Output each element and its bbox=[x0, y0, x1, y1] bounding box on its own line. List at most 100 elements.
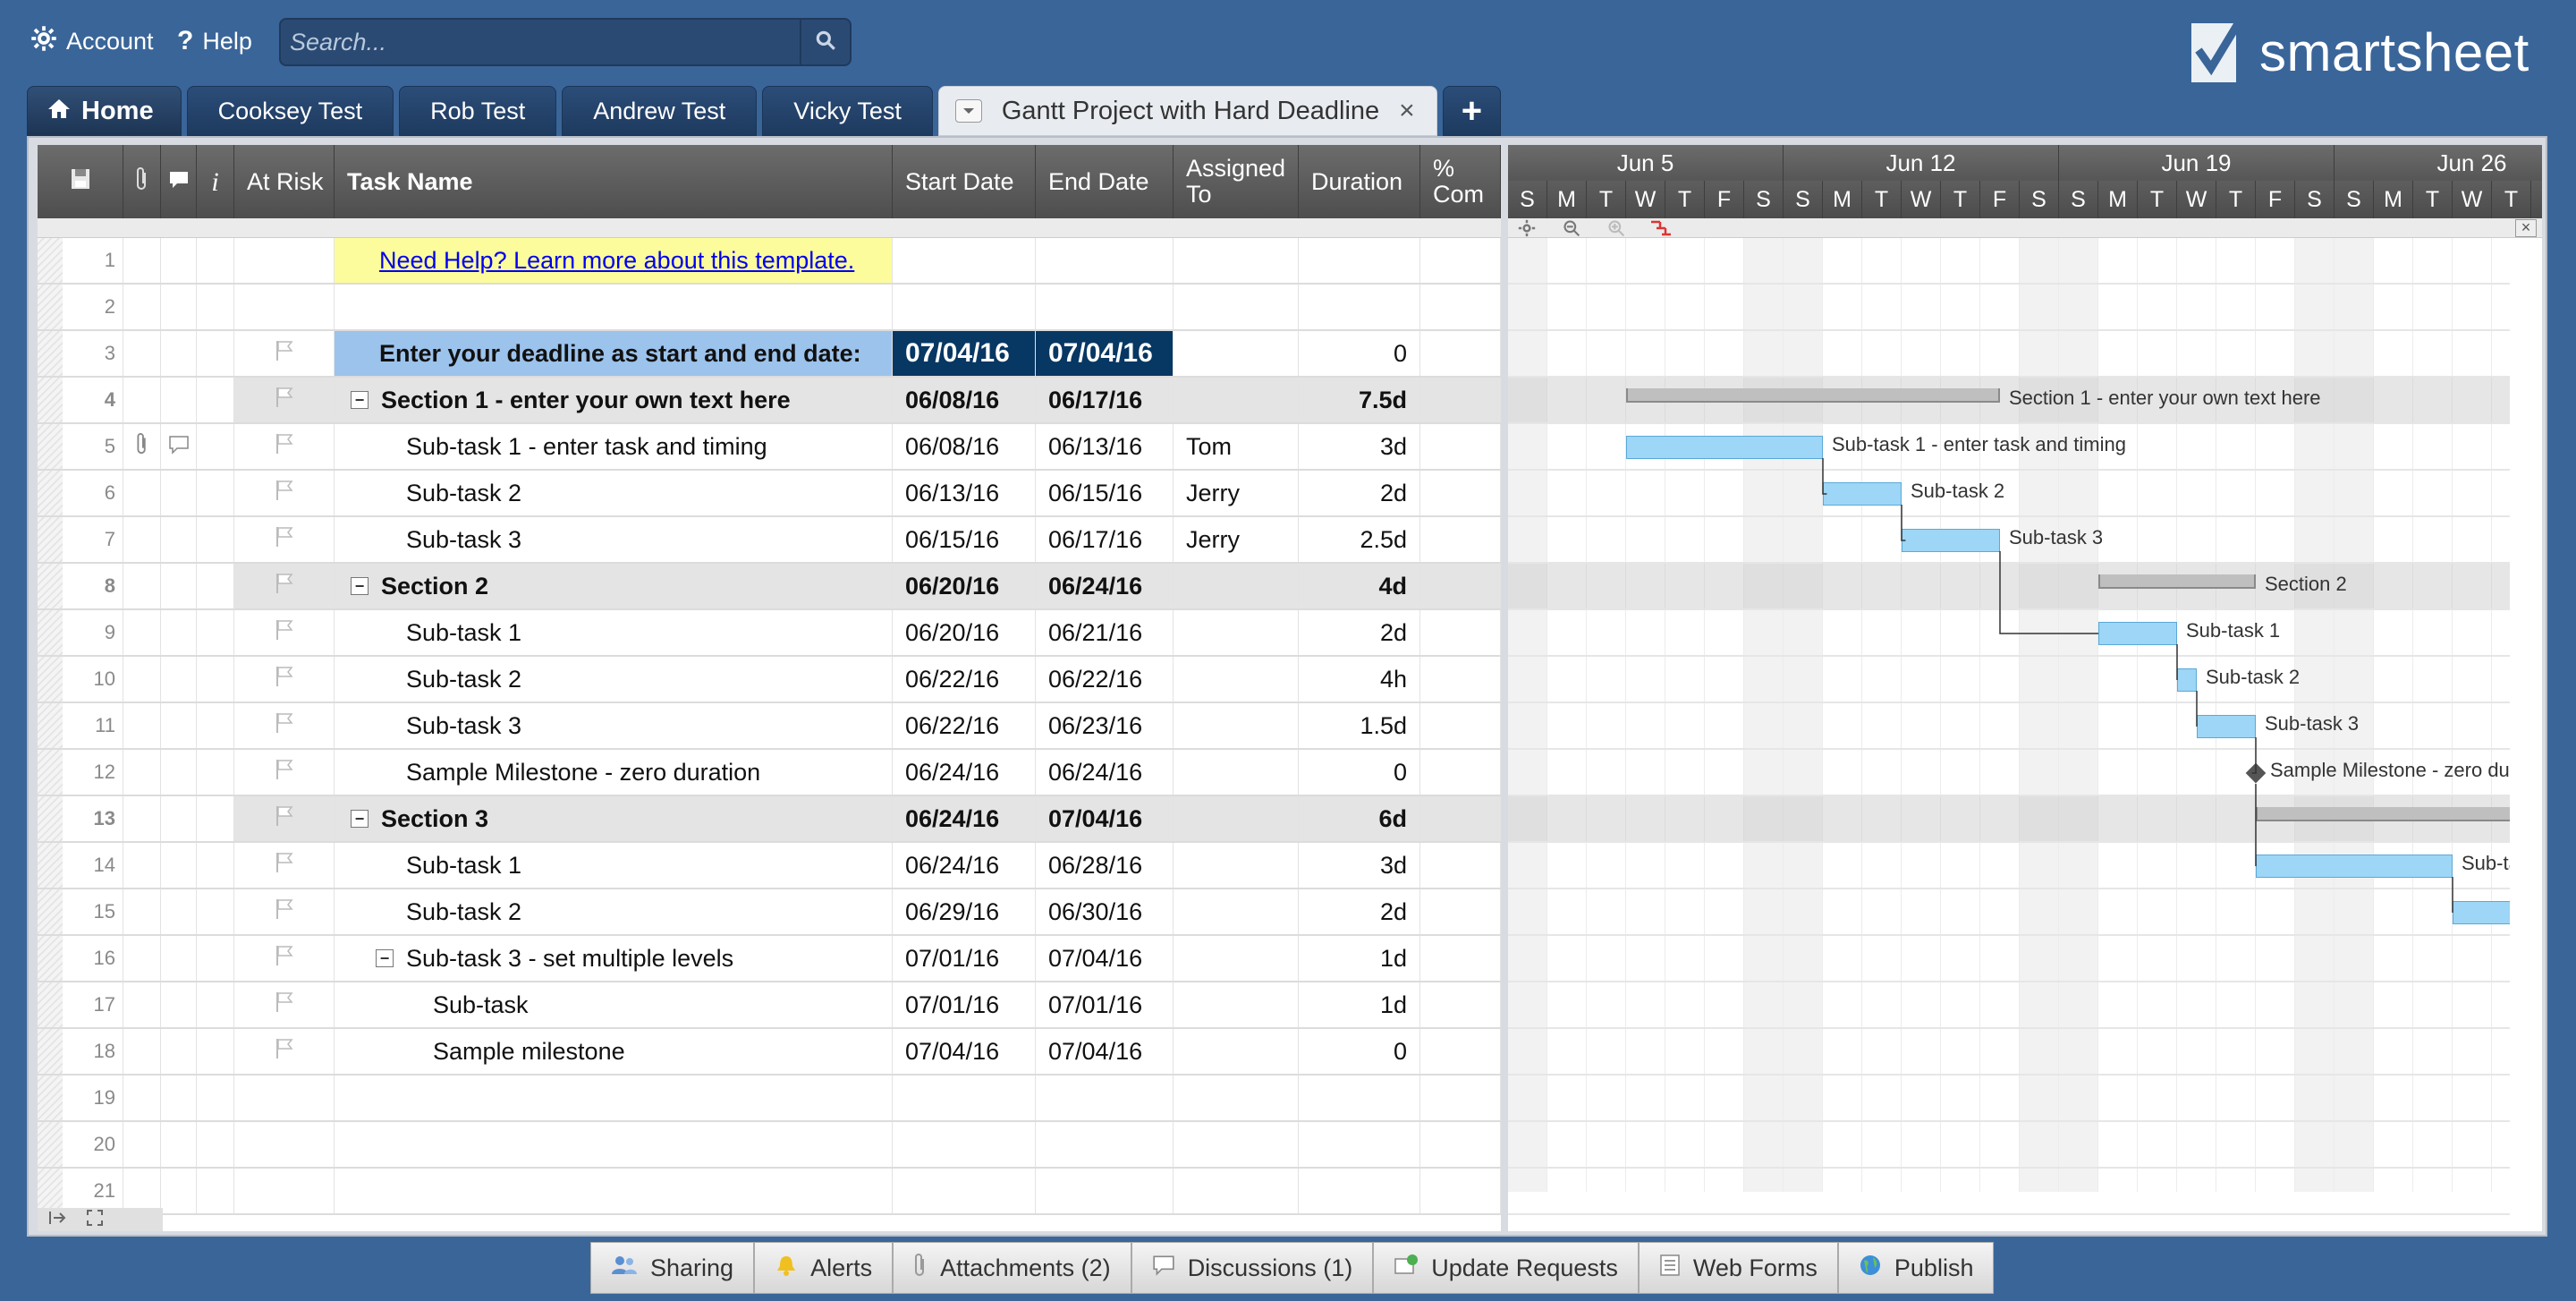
row-number[interactable]: 8 bbox=[38, 564, 123, 608]
task-name-cell[interactable]: Sub-task 3 bbox=[335, 703, 893, 748]
discussions-button[interactable]: Discussions (1) bbox=[1131, 1242, 1374, 1294]
assigned-to-cell[interactable] bbox=[1174, 610, 1299, 655]
tab-gantt-project[interactable]: Gantt Project with Hard Deadline × bbox=[937, 86, 1437, 136]
start-date-cell[interactable] bbox=[893, 238, 1036, 283]
close-tab-icon[interactable]: × bbox=[1399, 96, 1415, 126]
row-number[interactable]: 1 bbox=[38, 238, 123, 283]
at-risk-cell[interactable] bbox=[234, 331, 335, 376]
percent-complete-cell[interactable] bbox=[1420, 796, 1501, 841]
percent-complete-cell[interactable] bbox=[1420, 657, 1501, 702]
end-date-cell[interactable]: 06/30/16 bbox=[1036, 889, 1174, 934]
duration-cell[interactable]: 0 bbox=[1299, 331, 1420, 376]
end-date-cell[interactable] bbox=[1036, 1122, 1174, 1167]
at-risk-cell[interactable] bbox=[234, 564, 335, 608]
table-row[interactable]: 18 Sample milestone 07/04/16 07/04/16 0 bbox=[38, 1029, 1501, 1076]
flag-icon[interactable] bbox=[274, 339, 295, 369]
task-name-cell[interactable]: Sub-task 1 - enter task and timing bbox=[335, 424, 893, 469]
discussion-cell[interactable] bbox=[161, 471, 197, 515]
discussion-cell[interactable] bbox=[161, 517, 197, 562]
expand-icon[interactable] bbox=[86, 1209, 104, 1231]
percent-complete-cell[interactable] bbox=[1420, 843, 1501, 888]
indent-arrow-icon[interactable] bbox=[48, 1210, 68, 1230]
publish-button[interactable]: Publish bbox=[1837, 1242, 1995, 1294]
at-risk-cell[interactable] bbox=[234, 1076, 335, 1120]
flag-icon[interactable] bbox=[274, 479, 295, 508]
percent-complete-cell[interactable] bbox=[1420, 1076, 1501, 1120]
flag-icon[interactable] bbox=[274, 758, 295, 787]
flag-icon[interactable] bbox=[274, 665, 295, 694]
duration-cell[interactable]: 2d bbox=[1299, 471, 1420, 515]
discussions-column-header[interactable] bbox=[161, 145, 197, 218]
table-row[interactable]: 6 Sub-task 2 06/13/16 06/15/16 Jerry 2d bbox=[38, 471, 1501, 517]
assigned-to-cell[interactable] bbox=[1174, 331, 1299, 376]
assigned-to-cell[interactable] bbox=[1174, 238, 1299, 283]
task-name-cell[interactable] bbox=[335, 285, 893, 329]
start-date-cell[interactable]: 06/13/16 bbox=[893, 471, 1036, 515]
attachment-cell[interactable] bbox=[123, 331, 161, 376]
search-input[interactable] bbox=[290, 25, 791, 59]
discussion-cell[interactable] bbox=[161, 238, 197, 283]
gantt-task-bar[interactable] bbox=[2197, 715, 2256, 738]
start-date-cell[interactable]: 07/04/16 bbox=[893, 331, 1036, 376]
row-number[interactable]: 17 bbox=[38, 982, 123, 1027]
duration-cell[interactable]: 0 bbox=[1299, 1029, 1420, 1074]
end-date-cell[interactable] bbox=[1036, 285, 1174, 329]
at-risk-cell[interactable] bbox=[234, 889, 335, 934]
start-date-cell[interactable]: 06/24/16 bbox=[893, 843, 1036, 888]
assigned-to-cell[interactable] bbox=[1174, 1029, 1299, 1074]
percent-complete-cell[interactable] bbox=[1420, 331, 1501, 376]
start-date-cell[interactable]: 06/08/16 bbox=[893, 424, 1036, 469]
web-forms-button[interactable]: Web Forms bbox=[1638, 1242, 1838, 1294]
tab-andrew-test[interactable]: Andrew Test bbox=[562, 86, 758, 136]
task-name-cell[interactable] bbox=[335, 1169, 893, 1213]
end-date-cell[interactable]: 07/01/16 bbox=[1036, 982, 1174, 1027]
attachment-cell[interactable] bbox=[123, 1076, 161, 1120]
start-date-cell[interactable]: 06/15/16 bbox=[893, 517, 1036, 562]
percent-complete-cell[interactable] bbox=[1420, 1122, 1501, 1167]
percent-complete-column-header[interactable]: % Com bbox=[1420, 145, 1501, 218]
attachment-cell[interactable] bbox=[123, 703, 161, 748]
attachment-cell[interactable] bbox=[123, 424, 161, 469]
assigned-to-cell[interactable] bbox=[1174, 285, 1299, 329]
end-date-cell[interactable]: 07/04/16 bbox=[1036, 331, 1174, 376]
close-gantt-icon[interactable]: × bbox=[2515, 219, 2537, 237]
discussion-cell[interactable] bbox=[161, 750, 197, 795]
flag-icon[interactable] bbox=[274, 711, 295, 741]
start-date-cell[interactable] bbox=[893, 285, 1036, 329]
start-date-cell[interactable]: 06/20/16 bbox=[893, 610, 1036, 655]
duration-cell[interactable]: 3d bbox=[1299, 424, 1420, 469]
attachments-column-header[interactable] bbox=[123, 145, 161, 218]
duration-cell[interactable]: 7.5d bbox=[1299, 378, 1420, 422]
start-date-cell[interactable]: 06/08/16 bbox=[893, 378, 1036, 422]
add-tab-button[interactable]: + bbox=[1442, 86, 1502, 136]
percent-complete-cell[interactable] bbox=[1420, 703, 1501, 748]
attachment-cell[interactable] bbox=[123, 843, 161, 888]
row-number[interactable]: 11 bbox=[38, 703, 123, 748]
end-date-cell[interactable] bbox=[1036, 1169, 1174, 1213]
discussion-cell[interactable] bbox=[161, 843, 197, 888]
attachment-cell[interactable] bbox=[123, 564, 161, 608]
row-number[interactable]: 2 bbox=[38, 285, 123, 329]
task-name-cell[interactable]: Sample Milestone - zero duration bbox=[335, 750, 893, 795]
row-number[interactable]: 12 bbox=[38, 750, 123, 795]
at-risk-cell[interactable] bbox=[234, 657, 335, 702]
gantt-task-bar[interactable] bbox=[1626, 436, 1823, 459]
attachment-cell[interactable] bbox=[123, 889, 161, 934]
end-date-cell[interactable]: 06/17/16 bbox=[1036, 517, 1174, 562]
at-risk-cell[interactable] bbox=[234, 238, 335, 283]
attachment-cell[interactable] bbox=[123, 378, 161, 422]
duration-cell[interactable] bbox=[1299, 285, 1420, 329]
row-number[interactable]: 9 bbox=[38, 610, 123, 655]
at-risk-cell[interactable] bbox=[234, 843, 335, 888]
end-date-cell[interactable]: 06/23/16 bbox=[1036, 703, 1174, 748]
table-row[interactable]: 4− Section 1 - enter your own text here 06… bbox=[38, 378, 1501, 424]
start-date-cell[interactable]: 06/22/16 bbox=[893, 703, 1036, 748]
discussion-cell[interactable] bbox=[161, 378, 197, 422]
discussion-cell[interactable] bbox=[161, 703, 197, 748]
at-risk-column-header[interactable]: At Risk bbox=[234, 145, 335, 218]
tab-home[interactable]: Home bbox=[27, 86, 182, 136]
at-risk-cell[interactable] bbox=[234, 1122, 335, 1167]
discussion-cell[interactable] bbox=[161, 285, 197, 329]
end-date-cell[interactable] bbox=[1036, 1076, 1174, 1120]
at-risk-cell[interactable] bbox=[234, 936, 335, 981]
